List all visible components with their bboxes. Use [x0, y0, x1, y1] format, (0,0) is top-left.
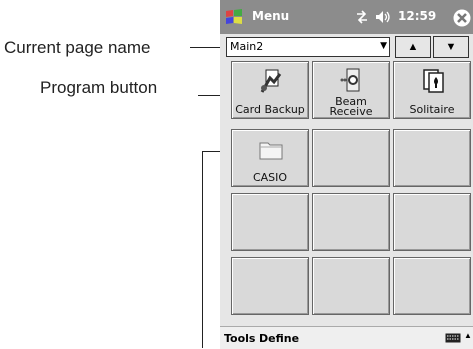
- start-windows-flag-icon[interactable]: [223, 6, 245, 28]
- program-button-casio-folder[interactable]: CASIO: [231, 129, 309, 187]
- pocketpc-screen: Menu 12:59 Main2 ▼ ▲ ▼ Card Backup Beam …: [220, 0, 473, 349]
- page-name-dropdown[interactable]: Main2 ▼: [226, 37, 390, 57]
- folder-icon: [258, 136, 284, 162]
- solitaire-icon: [420, 68, 446, 94]
- menu-tools[interactable]: Tools: [224, 332, 255, 345]
- empty-program-slot[interactable]: [231, 193, 309, 251]
- keyboard-icon[interactable]: [444, 332, 462, 344]
- tile-label: CASIO: [252, 171, 288, 184]
- empty-program-slot[interactable]: [312, 129, 390, 187]
- tile-label: Beam Receive: [329, 95, 373, 118]
- program-button-beam-receive[interactable]: Beam Receive: [312, 61, 390, 119]
- app-title: Menu: [252, 9, 290, 23]
- empty-program-slot[interactable]: [312, 193, 390, 251]
- tile-label: Card Backup: [235, 103, 305, 116]
- card-backup-icon: [258, 68, 284, 94]
- page-down-button[interactable]: ▼: [433, 36, 469, 58]
- page-up-button[interactable]: ▲: [395, 36, 431, 58]
- tile-label: Solitaire: [409, 103, 455, 116]
- empty-program-slot[interactable]: [393, 129, 471, 187]
- connectivity-icon[interactable]: [354, 9, 370, 25]
- callout-page-name: Current page name: [4, 38, 151, 57]
- triangle-up-icon: ▲: [407, 41, 419, 53]
- title-bar: Menu 12:59: [220, 0, 473, 34]
- menu-bar: Tools Define ▲: [220, 326, 473, 349]
- dropdown-arrow-icon: ▼: [380, 41, 387, 51]
- page-name-value: Main2: [230, 40, 264, 53]
- callout-program-button: Program button: [40, 78, 158, 97]
- menu-define[interactable]: Define: [259, 332, 299, 345]
- empty-program-slot[interactable]: [393, 193, 471, 251]
- volume-icon[interactable]: [374, 9, 392, 25]
- program-button-solitaire[interactable]: Solitaire: [393, 61, 471, 119]
- input-panel-arrow-icon[interactable]: ▲: [464, 331, 472, 340]
- triangle-down-icon: ▼: [445, 41, 457, 53]
- program-button-card-backup[interactable]: Card Backup: [231, 61, 309, 119]
- empty-program-slot[interactable]: [231, 257, 309, 315]
- callout-line-folder-v: [202, 151, 203, 348]
- empty-program-slot[interactable]: [312, 257, 390, 315]
- clock-time[interactable]: 12:59: [398, 9, 436, 23]
- empty-program-slot[interactable]: [393, 257, 471, 315]
- beam-receive-icon: [339, 68, 365, 94]
- close-icon[interactable]: [452, 8, 472, 28]
